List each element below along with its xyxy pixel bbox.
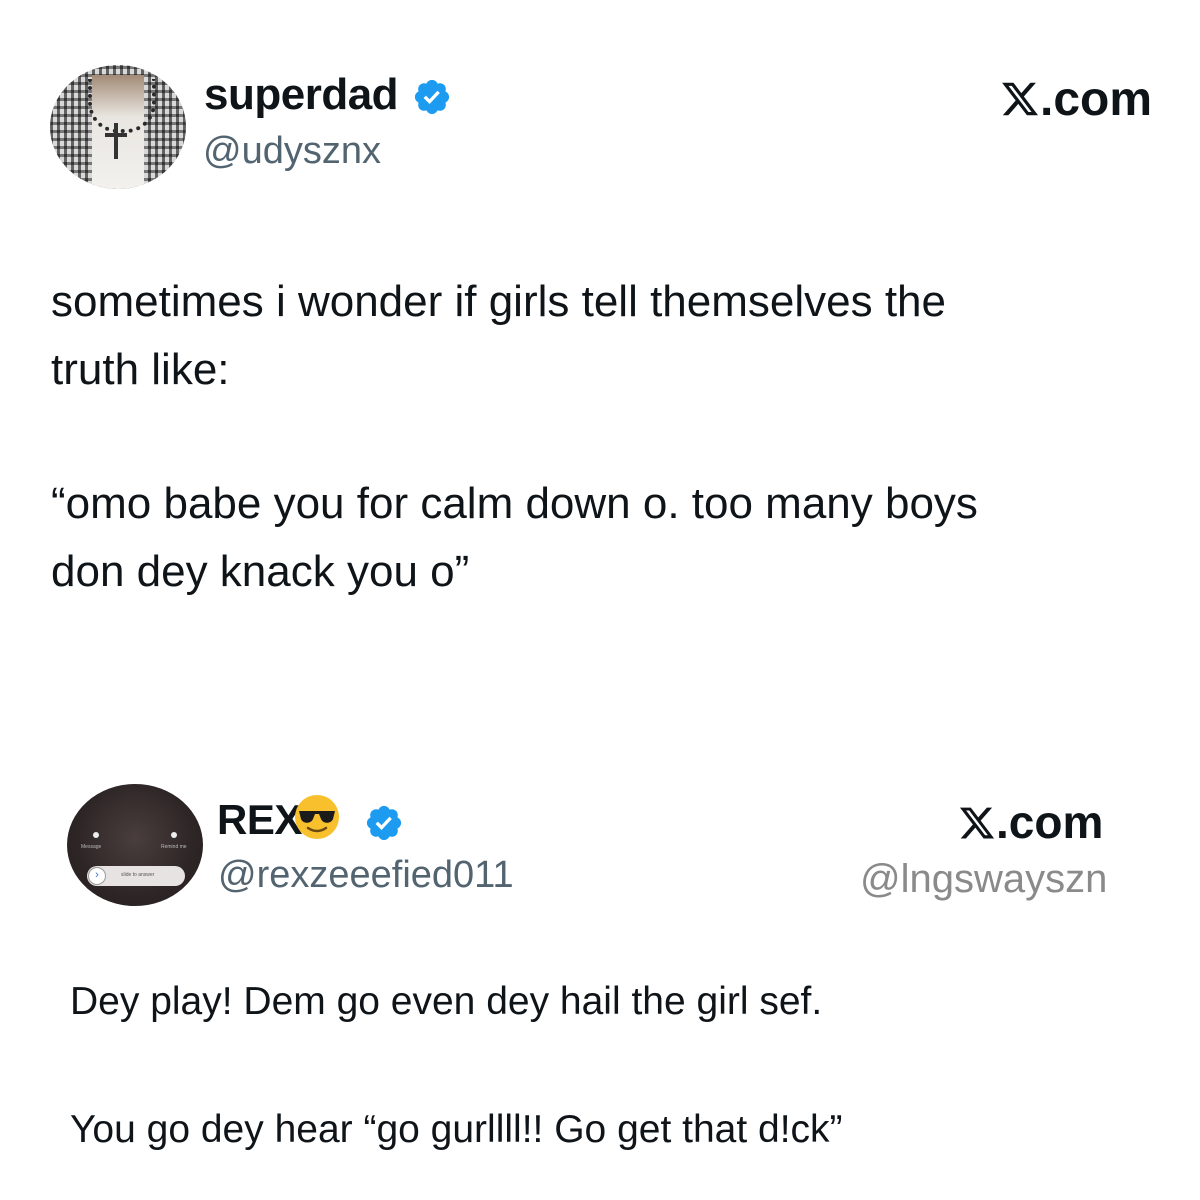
x-com-label: .com (1000, 72, 1152, 127)
x-com-label: .com (958, 795, 1103, 849)
tweet-text-line-2: truth like: (51, 345, 230, 394)
tweet-text-line-2: You go dey hear “go gurllll!! Go get tha… (70, 1108, 843, 1151)
source-domain: .com (1040, 73, 1153, 126)
avatar-rex[interactable]: Message Remind me › slide to answer (67, 784, 203, 906)
user-handle[interactable]: @udysznx (203, 130, 381, 173)
tweet-text-line-4: don dey knack you o” (51, 547, 470, 596)
user-handle[interactable]: @rexzeeefied011 (218, 854, 514, 897)
display-name[interactable]: superdad (204, 70, 399, 120)
x-logo-icon (1002, 82, 1039, 116)
sunglasses-emoji-icon (295, 795, 339, 839)
verified-badge-icon (414, 79, 450, 115)
display-name[interactable]: REX (217, 796, 302, 844)
x-logo-icon (959, 807, 995, 839)
slide-to-answer-pill: › slide to answer (87, 866, 185, 886)
avatar-superdad[interactable] (50, 65, 186, 189)
verified-badge-icon (366, 805, 402, 841)
watermark-handle: @lngswayszn (860, 857, 1108, 901)
tweet-text-line-1: Dey play! Dem go even dey hail the girl … (70, 980, 823, 1023)
tweet-card-superdad: superdad @udysznx .com sometimes i wonde… (0, 0, 1200, 720)
tweet-text-line-1: sometimes i wonder if girls tell themsel… (51, 277, 946, 394)
source-domain: .com (996, 796, 1104, 848)
tweet-text-line-3: “omo babe you for calm down o. too many … (51, 479, 978, 596)
